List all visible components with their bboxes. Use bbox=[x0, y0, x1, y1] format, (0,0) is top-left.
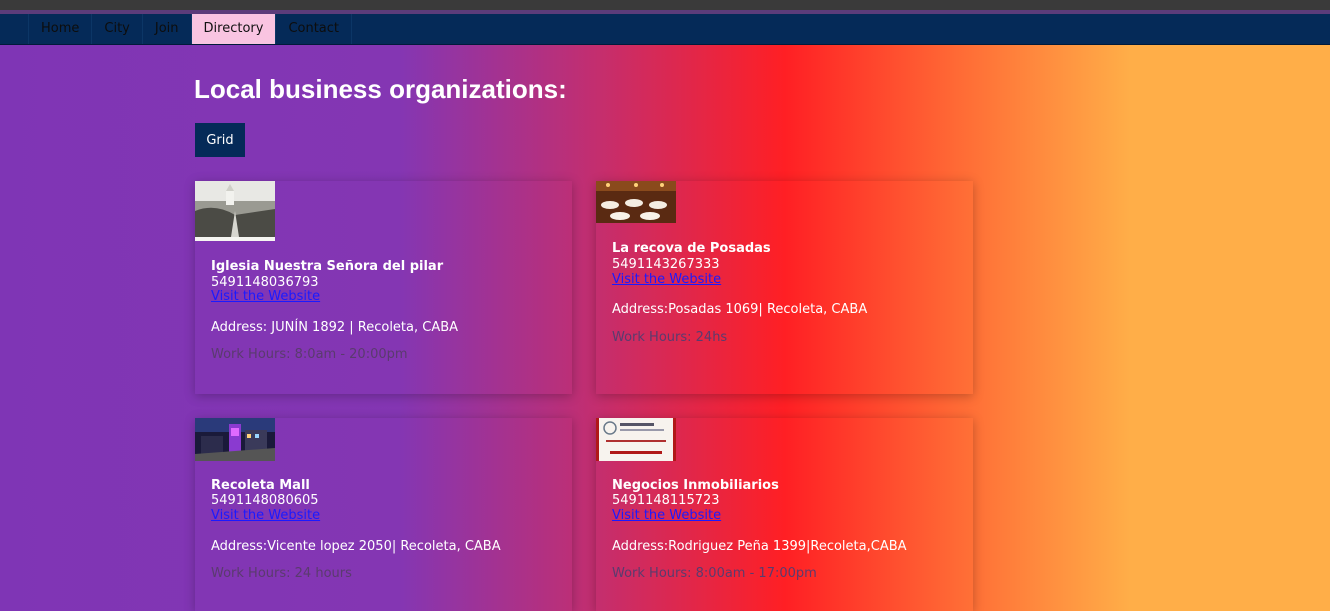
business-phone: 5491148036793 bbox=[211, 275, 319, 290]
business-phone: 5491143267333 bbox=[612, 257, 720, 272]
business-hours: Work Hours: 24hs bbox=[612, 330, 728, 345]
business-hours: Work Hours: 8:0am - 20:00pm bbox=[211, 347, 408, 362]
grid-view-button[interactable]: Grid bbox=[195, 123, 245, 157]
business-phone: 5491148115723 bbox=[612, 493, 720, 508]
business-address: Address:Rodriguez Peña 1399|Recoleta,CAB… bbox=[612, 539, 907, 554]
restaurant-photo bbox=[596, 181, 676, 223]
business-name: La recova de Posadas bbox=[612, 241, 771, 256]
business-card: Recoleta Mall 5491148080605 Visit the We… bbox=[195, 418, 572, 611]
business-address: Address: JUNÍN 1892 | Recoleta, CABA bbox=[211, 320, 459, 335]
website-link[interactable]: Visit the Website bbox=[211, 508, 320, 523]
business-name: Recoleta Mall bbox=[211, 478, 310, 493]
main-nav: Home City Join Directory Contact bbox=[0, 14, 1330, 45]
business-address: Address:Vicente lopez 2050| Recoleta, CA… bbox=[211, 539, 501, 554]
business-card: La recova de Posadas 5491143267333 Visit… bbox=[596, 181, 973, 394]
church-photo bbox=[195, 181, 275, 241]
nav-item-directory[interactable]: Directory bbox=[191, 14, 277, 44]
mall-photo bbox=[195, 418, 275, 461]
business-card: Iglesia Nuestra Señora del pilar 5491148… bbox=[195, 181, 572, 394]
business-name: Negocios Inmobiliarios bbox=[612, 478, 779, 493]
nav-spacer bbox=[0, 14, 29, 44]
business-hours: Work Hours: 8:00am - 17:00pm bbox=[612, 566, 817, 581]
nav-item-home[interactable]: Home bbox=[29, 14, 93, 44]
business-address: Address:Posadas 1069| Recoleta, CABA bbox=[612, 302, 868, 317]
website-link[interactable]: Visit the Website bbox=[612, 508, 721, 523]
real-estate-logo bbox=[596, 418, 676, 461]
business-hours: Work Hours: 24 hours bbox=[211, 566, 352, 581]
page-title: Local business organizations: bbox=[194, 74, 567, 104]
business-name: Iglesia Nuestra Señora del pilar bbox=[211, 259, 444, 274]
business-phone: 5491148080605 bbox=[211, 493, 319, 508]
business-card: Negocios Inmobiliarios 5491148115723 Vis… bbox=[596, 418, 973, 611]
website-link[interactable]: Visit the Website bbox=[211, 289, 320, 304]
nav-item-join[interactable]: Join bbox=[143, 14, 192, 44]
website-link[interactable]: Visit the Website bbox=[612, 272, 721, 287]
nav-item-contact[interactable]: Contact bbox=[276, 14, 353, 44]
nav-item-city[interactable]: City bbox=[92, 14, 143, 44]
browser-top-strip bbox=[0, 0, 1330, 10]
